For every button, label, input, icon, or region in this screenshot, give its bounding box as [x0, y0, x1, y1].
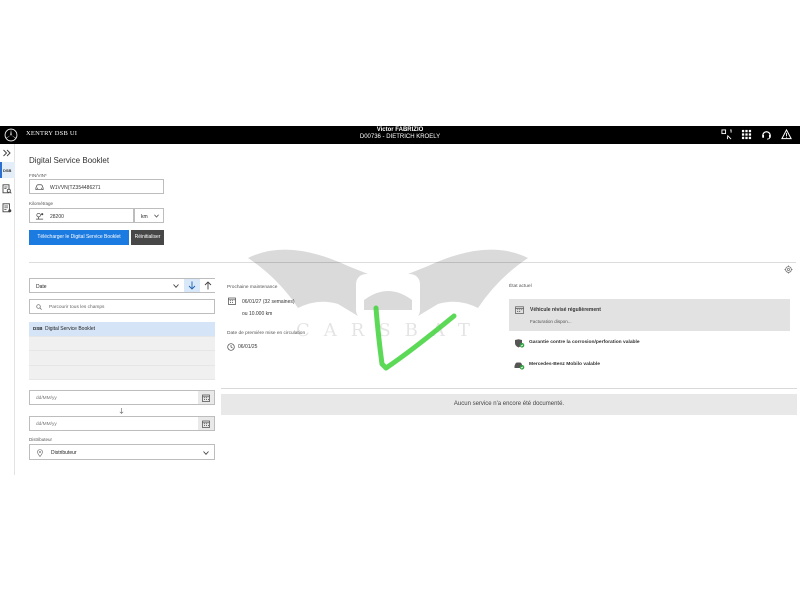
search-icon — [36, 304, 42, 310]
rail-item-dsb[interactable]: DSB — [0, 162, 15, 178]
odometer-pin-icon — [35, 212, 44, 220]
sort-select[interactable]: Date — [29, 278, 215, 293]
sort-value: Date — [36, 283, 47, 290]
service-status-card: Véhicule révisé régulièrement Facturatio… — [509, 299, 790, 331]
chevron-down-icon — [203, 451, 209, 455]
app-brand: XENTRY DSB UI — [26, 130, 78, 137]
mileage-value: 28200 — [50, 213, 64, 220]
arrow-down-icon — [188, 281, 196, 290]
search-input[interactable]: Parcourir tous les champs — [29, 299, 215, 314]
vin-value: W1VVN(TZ354486271 — [50, 184, 101, 191]
current-status-label: État actuel — [509, 284, 532, 289]
location-pin-icon — [37, 448, 43, 457]
unit-value: km — [141, 213, 148, 220]
document-search-icon[interactable] — [2, 184, 12, 194]
search-placeholder: Parcourir tous les champs — [49, 304, 105, 310]
watermark-text: CARSBAT — [296, 320, 484, 341]
distributor-label: Distributeur — [29, 437, 53, 442]
mileage-label: Kilométrage — [29, 201, 54, 206]
checkmark-icon — [373, 305, 457, 371]
date-to-calendar-button[interactable] — [198, 417, 214, 430]
date-from-calendar-button[interactable] — [198, 391, 214, 404]
arrow-up-icon — [204, 281, 212, 290]
calendar-icon — [515, 306, 524, 314]
date-from-placeholder: dd/MM/yy — [36, 395, 57, 401]
chevron-down-icon — [154, 214, 159, 218]
mileage-field[interactable]: 28200 — [29, 208, 134, 223]
distributor-select[interactable]: Distributeur — [29, 444, 215, 460]
left-rail: DSB — [0, 144, 15, 475]
sort-descending-button[interactable] — [184, 279, 200, 292]
shield-check-icon — [515, 339, 525, 348]
status-item-label: Garantie contre la corrosion/perforation… — [529, 340, 640, 345]
date-to-placeholder: dd/MM/yy — [36, 421, 57, 427]
list-item-dsb[interactable]: DSB Digital Service Booklet — [29, 322, 215, 337]
chevron-down-icon — [173, 284, 179, 288]
first-registration-label: Date de première mise en circulation — [227, 331, 306, 336]
empty-services-message: Aucun service n'a encore été documenté. — [221, 394, 797, 415]
user-name: Victor FABRIZIO — [376, 127, 424, 133]
sort-ascending-button[interactable] — [200, 279, 215, 292]
warning-icon[interactable] — [781, 129, 792, 140]
apps-grid-icon[interactable] — [741, 129, 752, 140]
vin-label: FIN/VIN* — [29, 173, 47, 178]
page-title: Digital Service Booklet — [29, 156, 110, 165]
service-status-title: Véhicule révisé régulièrement — [530, 307, 601, 313]
mercedes-star-icon[interactable] — [4, 128, 18, 142]
service-status-subtitle: Facturation dispon... — [530, 319, 572, 324]
status-item-label: Mercedes-Benz Mobilo valable — [529, 362, 600, 367]
reset-button[interactable]: Réinitialiser — [131, 230, 164, 245]
first-registration-date: 06/01/25 — [238, 344, 258, 350]
user-org: D00736 - DIETRICH KROELY — [359, 134, 441, 140]
calendar-icon — [228, 297, 236, 305]
topbar-icons — [721, 129, 792, 140]
next-maintenance-date: 06/01/27 (32 semaines) — [242, 299, 295, 305]
top-bar: XENTRY DSB UI Victor FABRIZIO D00736 - D… — [0, 126, 800, 144]
document-list-icon[interactable] — [2, 203, 12, 213]
car-check-icon — [514, 362, 525, 370]
app-window: XENTRY DSB UI Victor FABRIZIO D00736 - D… — [0, 126, 800, 475]
user-info: Victor FABRIZIO D00736 - DIETRICH KROELY — [300, 127, 500, 141]
qr-scan-icon[interactable] — [721, 129, 732, 140]
download-dsb-button[interactable]: Télécharger le Digital Service Booklet — [29, 230, 129, 245]
vin-field[interactable]: W1VVN(TZ354486271 — [29, 179, 164, 194]
date-from-field[interactable]: dd/MM/yy — [29, 390, 215, 405]
calendar-icon — [202, 394, 210, 402]
arrow-down-icon — [119, 408, 124, 414]
list-item-empty — [29, 351, 215, 366]
unit-select[interactable]: km — [134, 208, 164, 223]
list-item-tag: DSB — [33, 326, 43, 331]
next-maintenance-label: Prochaine maintenance — [227, 285, 278, 290]
car-icon — [35, 184, 44, 191]
distributor-value: Distributeur — [51, 450, 77, 456]
record-list: DSB Digital Service Booklet — [29, 322, 215, 381]
clock-icon — [227, 343, 235, 351]
next-maintenance-km: ou 10.000 km — [242, 311, 273, 317]
headset-icon[interactable] — [761, 129, 772, 140]
settings-gear-icon[interactable] — [784, 265, 793, 274]
list-item-empty — [29, 365, 215, 381]
list-item-empty — [29, 336, 215, 352]
list-item-label: Digital Service Booklet — [45, 326, 96, 332]
info-divider — [221, 388, 797, 389]
expand-chevrons-icon[interactable] — [2, 148, 12, 158]
section-divider — [29, 262, 796, 263]
date-to-field[interactable]: dd/MM/yy — [29, 416, 215, 431]
calendar-icon — [202, 420, 210, 428]
